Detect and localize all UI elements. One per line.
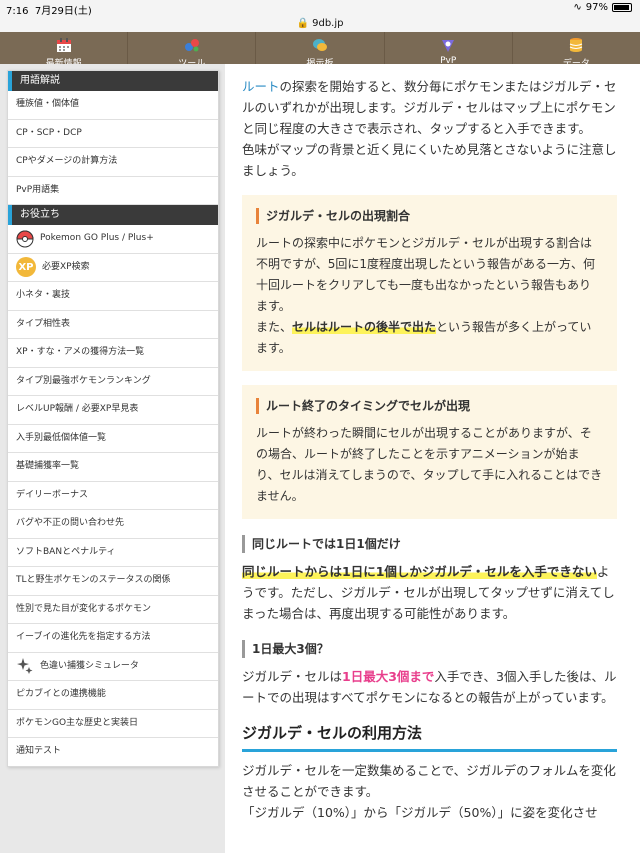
nav-news[interactable]: 最新情報 (0, 32, 129, 64)
sparkle-icon (17, 658, 33, 675)
sidebar-item-shiny-sim[interactable]: 色違い捕獲シミュレータ (8, 653, 218, 681)
main-content: ルートの探索を開始すると、数分毎にポケモンまたはジガルデ・セルのいずれかが出現し… (225, 64, 640, 853)
sidebar-item[interactable]: XP・すな・アメの獲得方法一覧 (8, 339, 218, 368)
usage-paragraph: ジガルデ・セルを一定数集めることで、ジガルデのフォルムを変化させることができます… (242, 763, 616, 799)
box-title: ルート終了のタイミングでセルが出現 (256, 397, 603, 415)
lock-icon: 🔒 (296, 18, 309, 29)
max-three-paragraph: ジガルデ・セルは1日最大3個まで入手でき、3個入手した後は、ルートでの出現はすべ… (242, 669, 617, 705)
intro-paragraph: ルートの探索を開始すると、数分毎にポケモンまたはジガルデ・セルのいずれかが出現し… (242, 79, 617, 136)
sidebar-item[interactable]: 性別で見た目が変化するポケモン (8, 596, 218, 624)
glossary-heading: 用語解説 (8, 71, 218, 91)
box-text-2: また、セルはルートの後半で出たという報告が多く上がっています。 (256, 320, 592, 355)
url-text: 9db.jp (312, 18, 344, 29)
sidebar-item[interactable]: タイプ相性表 (8, 311, 218, 339)
sidebar-item[interactable]: イーブイの進化先を指定する方法 (8, 624, 218, 653)
highlight-text: 同じルートからは1日に1個しかジガルデ・セルを入手できない (242, 564, 597, 579)
sidebar-item-glossary[interactable]: CPやダメージの計算方法 (8, 148, 218, 177)
battery-percent: 97% (585, 2, 608, 13)
url-bar[interactable]: 🔒 9db.jp (0, 16, 640, 32)
section-heading-once-per-day: 同じルートでは1日1個だけ (242, 535, 617, 553)
article-body: ルートの探索を開始すると、数分毎にポケモンまたはジガルデ・セルのいずれかが出現し… (242, 76, 617, 823)
sidebar-item[interactable]: バグや不正の問い合わせ先 (8, 510, 218, 539)
sidebar-item[interactable]: 入手別最低個体値一覧 (8, 425, 218, 453)
info-box-appearance-rate: ジガルデ・セルの出現割合 ルートの探索中にポケモンとジガルデ・セルが出現する割合… (242, 195, 617, 371)
status-right: ∿ 97% (573, 2, 632, 13)
sidebar-item[interactable]: ピカブイとの連携機能 (8, 681, 218, 710)
sidebar-item[interactable]: レベルUP報酬 / 必要XP早見表 (8, 396, 218, 425)
chat-icon (313, 39, 327, 51)
sidebar-item-gopplus[interactable]: Pokemon GO Plus / Plus+ (8, 225, 218, 254)
sidebar-item[interactable]: TLと野生ポケモンのステータスの関係 (8, 567, 218, 596)
calendar-icon (56, 38, 71, 52)
wifi-icon: ∿ (573, 2, 582, 13)
sidebar-item[interactable]: デイリーボーナス (8, 482, 218, 510)
useful-heading: お役立ち (8, 205, 218, 225)
nav-pvp[interactable]: PvP (385, 32, 513, 64)
sidebar-item-glossary[interactable]: PvP用語集 (8, 177, 218, 205)
sidebar-item[interactable]: 基礎捕獲率一覧 (8, 453, 218, 482)
pokeball-icon (16, 230, 34, 248)
sidebar-item[interactable]: ポケモンGO主な歴史と実装日 (8, 710, 218, 738)
nav-board[interactable]: 掲示板 (256, 32, 385, 64)
sidebar-item[interactable]: 小ネタ・裏技 (8, 282, 218, 311)
status-time: 7:16 7月29日(土) (6, 6, 92, 17)
site-nav: 最新情報 ツール 掲示板 PvP データ (0, 32, 640, 64)
sidebar-item[interactable]: 通知テスト (8, 738, 218, 766)
pink-emphasis: 1日最大3個まで (342, 669, 435, 684)
nav-data[interactable]: データ (513, 32, 640, 64)
sidebar-item-glossary[interactable]: 種族値・個体値 (8, 91, 218, 120)
sidebar-item-glossary[interactable]: CP・SCP・DCP (8, 120, 218, 148)
box-text: ルートが終わった瞬間にセルが出現することがありますが、その場合、ルートが終了した… (256, 426, 603, 503)
intro-paragraph-2: 色味がマップの背景と近く見にくいため見落とさないように注意しましょう。 (242, 142, 617, 178)
box-text: ルートの探索中にポケモンとジガルデ・セルが出現する割合は不明ですが、5回に1度程… (256, 236, 596, 313)
pvp-icon (442, 40, 455, 52)
sidebar-item[interactable]: ソフトBANとペナルティ (8, 539, 218, 567)
status-bar: 7:16 7月29日(土) ∿ 97% (0, 0, 640, 17)
sidebar-item[interactable]: タイプ別最強ポケモンランキング (8, 368, 218, 396)
usage-paragraph-2: 「ジガルデ（10%）」から「ジガルデ（50%）」に姿を変化させ (242, 805, 598, 820)
section-heading-max-three: 1日最大3個？ (242, 640, 617, 658)
route-link[interactable]: ルート (242, 79, 280, 94)
nav-tools[interactable]: ツール (128, 32, 257, 64)
info-box-route-end: ルート終了のタイミングでセルが出現 ルートが終わった瞬間にセルが出現することがあ… (242, 385, 617, 519)
battery-icon (612, 3, 632, 12)
box-title: ジガルデ・セルの出現割合 (256, 207, 603, 225)
sidebar-menu: 用語解説 種族値・個体値 CP・SCP・DCP CPやダメージの計算方法 PvP… (7, 70, 219, 767)
database-icon (570, 38, 583, 52)
tools-icon (184, 39, 199, 52)
highlight-text: セルはルートの後半で出た (292, 320, 437, 334)
sidebar-item-xp-search[interactable]: XP 必要XP検索 (8, 254, 218, 282)
once-per-day-paragraph: 同じルートからは1日に1個しかジガルデ・セルを入手できないようです。ただし、ジガ… (242, 564, 615, 621)
section-heading-usage: ジガルデ・セルの利用方法 (242, 722, 617, 752)
xp-icon: XP (16, 257, 36, 278)
